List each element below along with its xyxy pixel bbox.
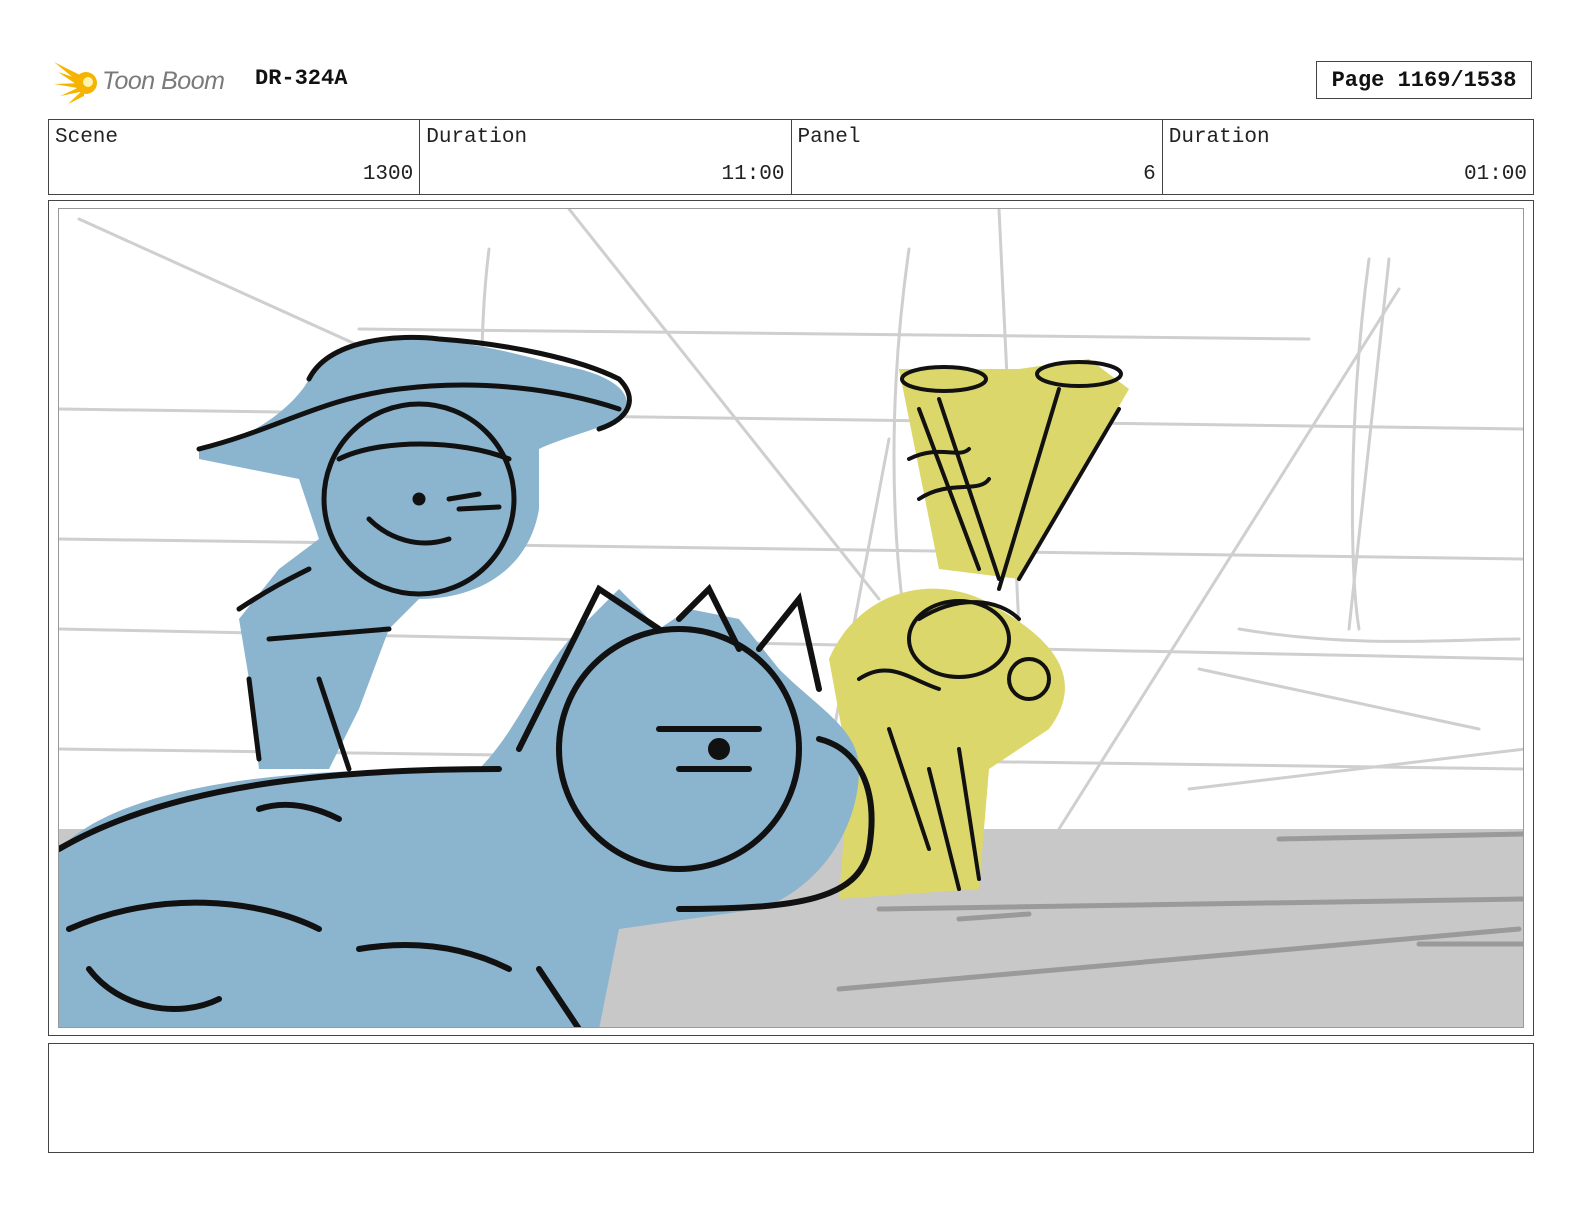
toon-boom-logo-icon bbox=[54, 62, 97, 104]
panel-notes-box bbox=[48, 1043, 1534, 1153]
panel-duration-value: 01:00 bbox=[1463, 163, 1527, 186]
scene-duration-label: Duration bbox=[426, 126, 528, 149]
panel-cell: Panel 6 bbox=[792, 120, 1163, 194]
panel-duration-label: Duration bbox=[1168, 126, 1270, 149]
scene-cell: Scene 1300 bbox=[49, 120, 421, 194]
scene-info-table: Scene 1300 Duration 11:00 Panel 6 Durati… bbox=[48, 119, 1534, 195]
logo-wordmark: Toon Boom bbox=[102, 66, 225, 95]
panel-label: Panel bbox=[797, 126, 861, 149]
panel-sketch bbox=[59, 209, 1523, 1027]
document-id: DR-324A bbox=[255, 66, 348, 91]
toon-boom-logo: Toon Boom bbox=[52, 56, 225, 106]
page-indicator: Page 1169/1538 bbox=[1316, 61, 1532, 99]
panel-value: 6 bbox=[1143, 163, 1156, 186]
scene-duration-cell: Duration 11:00 bbox=[420, 120, 792, 194]
scene-duration-value: 11:00 bbox=[721, 163, 785, 186]
storyboard-panel-image bbox=[58, 208, 1524, 1028]
scene-value: 1300 bbox=[362, 163, 414, 186]
scene-label: Scene bbox=[55, 126, 119, 149]
panel-duration-cell: Duration 01:00 bbox=[1163, 120, 1533, 194]
